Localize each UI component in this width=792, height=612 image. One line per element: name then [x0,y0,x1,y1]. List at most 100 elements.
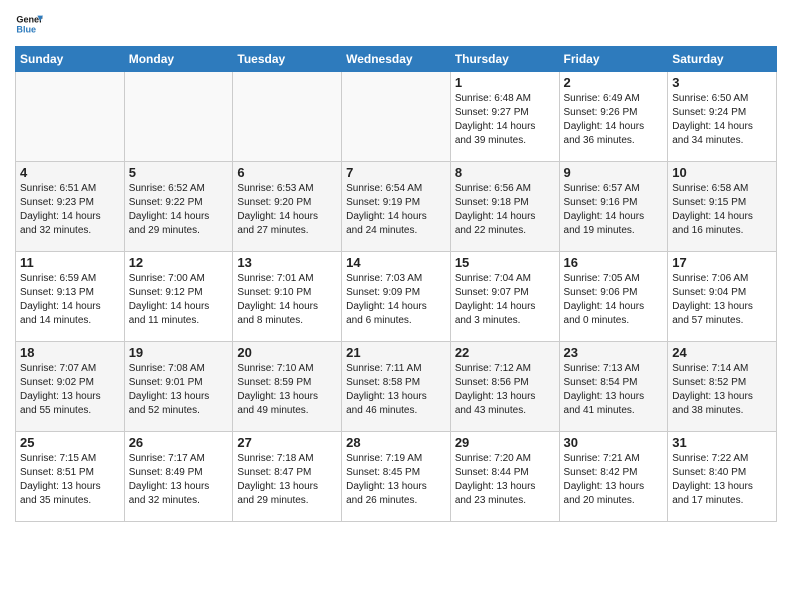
week-row-2: 4 Sunrise: 6:51 AMSunset: 9:23 PMDaylight… [16,162,777,252]
day-info: Sunrise: 7:20 AMSunset: 8:44 PMDaylight:… [455,452,555,508]
col-header-friday: Friday [559,47,668,72]
logo: General Blue [15,10,43,38]
day-number: 16 [564,255,664,270]
day-number: 23 [564,345,664,360]
day-cell: 7 Sunrise: 6:54 AMSunset: 9:19 PMDaylight… [342,162,451,252]
header-row: SundayMondayTuesdayWednesdayThursdayFrid… [16,47,777,72]
day-number: 4 [20,165,120,180]
day-cell: 11Sunrise: 6:59 AMSunset: 9:13 PMDayligh… [16,252,125,342]
day-cell: 8Sunrise: 6:56 AMSunset: 9:18 PMDaylight… [450,162,559,252]
svg-text:Blue: Blue [16,24,36,34]
day-info: Sunrise: 7:14 AMSunset: 8:52 PMDaylight:… [672,362,772,418]
day-info: Sunrise: 7:18 AMSunset: 8:47 PMDaylight:… [237,452,337,508]
day-cell: 21 Sunrise: 7:11 AMSunset: 8:58 PMDayligh… [342,342,451,432]
day-cell: 27 Sunrise: 7:18 AMSunset: 8:47 PMDayligh… [233,432,342,522]
day-number: 29 [455,435,555,450]
day-cell: 26 Sunrise: 7:17 AMSunset: 8:49 PMDayligh… [124,432,233,522]
day-cell: 1 Sunrise: 6:48 AMSunset: 9:27 PMDaylight… [450,72,559,162]
day-number: 21 [346,345,446,360]
day-info: Sunrise: 6:57 AMSunset: 9:16 PMDaylight:… [564,182,664,238]
week-row-3: 11Sunrise: 6:59 AMSunset: 9:13 PMDayligh… [16,252,777,342]
day-info: Sunrise: 6:50 AMSunset: 9:24 PMDaylight:… [672,92,772,148]
logo-icon: General Blue [15,10,43,38]
calendar-table: SundayMondayTuesdayWednesdayThursdayFrid… [15,46,777,522]
day-number: 26 [129,435,229,450]
week-row-5: 25 Sunrise: 7:15 AMSunset: 8:51 PMDayligh… [16,432,777,522]
header: General Blue [15,10,777,38]
day-info: Sunrise: 7:22 AMSunset: 8:40 PMDaylight:… [672,452,772,508]
day-info: Sunrise: 6:48 AMSunset: 9:27 PMDaylight:… [455,92,555,148]
col-header-wednesday: Wednesday [342,47,451,72]
day-number: 15 [455,255,555,270]
day-number: 7 [346,165,446,180]
day-cell [124,72,233,162]
day-info: Sunrise: 6:56 AMSunset: 9:18 PMDaylight:… [455,182,555,238]
col-header-monday: Monday [124,47,233,72]
week-row-4: 18 Sunrise: 7:07 AMSunset: 9:02 PMDayligh… [16,342,777,432]
day-cell: 9 Sunrise: 6:57 AMSunset: 9:16 PMDaylight… [559,162,668,252]
day-number: 25 [20,435,120,450]
day-info: Sunrise: 7:01 AMSunset: 9:10 PMDaylight:… [237,272,337,328]
day-number: 31 [672,435,772,450]
day-number: 2 [564,75,664,90]
day-number: 22 [455,345,555,360]
day-info: Sunrise: 6:58 AMSunset: 9:15 PMDaylight:… [672,182,772,238]
day-cell: 20 Sunrise: 7:10 AMSunset: 8:59 PMDayligh… [233,342,342,432]
day-info: Sunrise: 7:06 AMSunset: 9:04 PMDaylight:… [672,272,772,328]
day-cell: 19 Sunrise: 7:08 AMSunset: 9:01 PMDayligh… [124,342,233,432]
day-info: Sunrise: 6:52 AMSunset: 9:22 PMDaylight:… [129,182,229,238]
day-info: Sunrise: 7:13 AMSunset: 8:54 PMDaylight:… [564,362,664,418]
day-info: Sunrise: 6:53 AMSunset: 9:20 PMDaylight:… [237,182,337,238]
day-cell [342,72,451,162]
day-cell: 25 Sunrise: 7:15 AMSunset: 8:51 PMDayligh… [16,432,125,522]
day-number: 30 [564,435,664,450]
day-cell: 14Sunrise: 7:03 AMSunset: 9:09 PMDayligh… [342,252,451,342]
day-number: 1 [455,75,555,90]
day-number: 9 [564,165,664,180]
day-number: 19 [129,345,229,360]
day-info: Sunrise: 7:19 AMSunset: 8:45 PMDaylight:… [346,452,446,508]
day-number: 11 [20,255,120,270]
day-number: 28 [346,435,446,450]
day-cell: 28 Sunrise: 7:19 AMSunset: 8:45 PMDayligh… [342,432,451,522]
day-info: Sunrise: 7:07 AMSunset: 9:02 PMDaylight:… [20,362,120,418]
day-cell [16,72,125,162]
day-info: Sunrise: 6:54 AMSunset: 9:19 PMDaylight:… [346,182,446,238]
day-number: 20 [237,345,337,360]
col-header-thursday: Thursday [450,47,559,72]
day-number: 5 [129,165,229,180]
day-cell: 4 Sunrise: 6:51 AMSunset: 9:23 PMDaylight… [16,162,125,252]
day-number: 24 [672,345,772,360]
day-info: Sunrise: 7:11 AMSunset: 8:58 PMDaylight:… [346,362,446,418]
day-info: Sunrise: 7:12 AMSunset: 8:56 PMDaylight:… [455,362,555,418]
col-header-saturday: Saturday [668,47,777,72]
day-info: Sunrise: 7:10 AMSunset: 8:59 PMDaylight:… [237,362,337,418]
day-info: Sunrise: 6:51 AMSunset: 9:23 PMDaylight:… [20,182,120,238]
day-number: 17 [672,255,772,270]
day-cell: 30 Sunrise: 7:21 AMSunset: 8:42 PMDayligh… [559,432,668,522]
day-info: Sunrise: 7:08 AMSunset: 9:01 PMDaylight:… [129,362,229,418]
day-number: 10 [672,165,772,180]
day-cell [233,72,342,162]
day-info: Sunrise: 7:05 AMSunset: 9:06 PMDaylight:… [564,272,664,328]
day-cell: 6 Sunrise: 6:53 AMSunset: 9:20 PMDaylight… [233,162,342,252]
day-number: 12 [129,255,229,270]
day-cell: 29 Sunrise: 7:20 AMSunset: 8:44 PMDayligh… [450,432,559,522]
day-info: Sunrise: 7:03 AMSunset: 9:09 PMDaylight:… [346,272,446,328]
day-number: 27 [237,435,337,450]
day-cell: 22 Sunrise: 7:12 AMSunset: 8:56 PMDayligh… [450,342,559,432]
day-cell: 17 Sunrise: 7:06 AMSunset: 9:04 PMDayligh… [668,252,777,342]
day-info: Sunrise: 7:21 AMSunset: 8:42 PMDaylight:… [564,452,664,508]
col-header-sunday: Sunday [16,47,125,72]
day-cell: 18 Sunrise: 7:07 AMSunset: 9:02 PMDayligh… [16,342,125,432]
day-number: 6 [237,165,337,180]
day-cell: 2Sunrise: 6:49 AMSunset: 9:26 PMDaylight… [559,72,668,162]
day-cell: 31 Sunrise: 7:22 AMSunset: 8:40 PMDayligh… [668,432,777,522]
day-number: 3 [672,75,772,90]
day-number: 18 [20,345,120,360]
day-info: Sunrise: 7:17 AMSunset: 8:49 PMDaylight:… [129,452,229,508]
day-info: Sunrise: 7:15 AMSunset: 8:51 PMDaylight:… [20,452,120,508]
day-cell: 15Sunrise: 7:04 AMSunset: 9:07 PMDayligh… [450,252,559,342]
day-cell: 3 Sunrise: 6:50 AMSunset: 9:24 PMDaylight… [668,72,777,162]
day-cell: 13Sunrise: 7:01 AMSunset: 9:10 PMDayligh… [233,252,342,342]
